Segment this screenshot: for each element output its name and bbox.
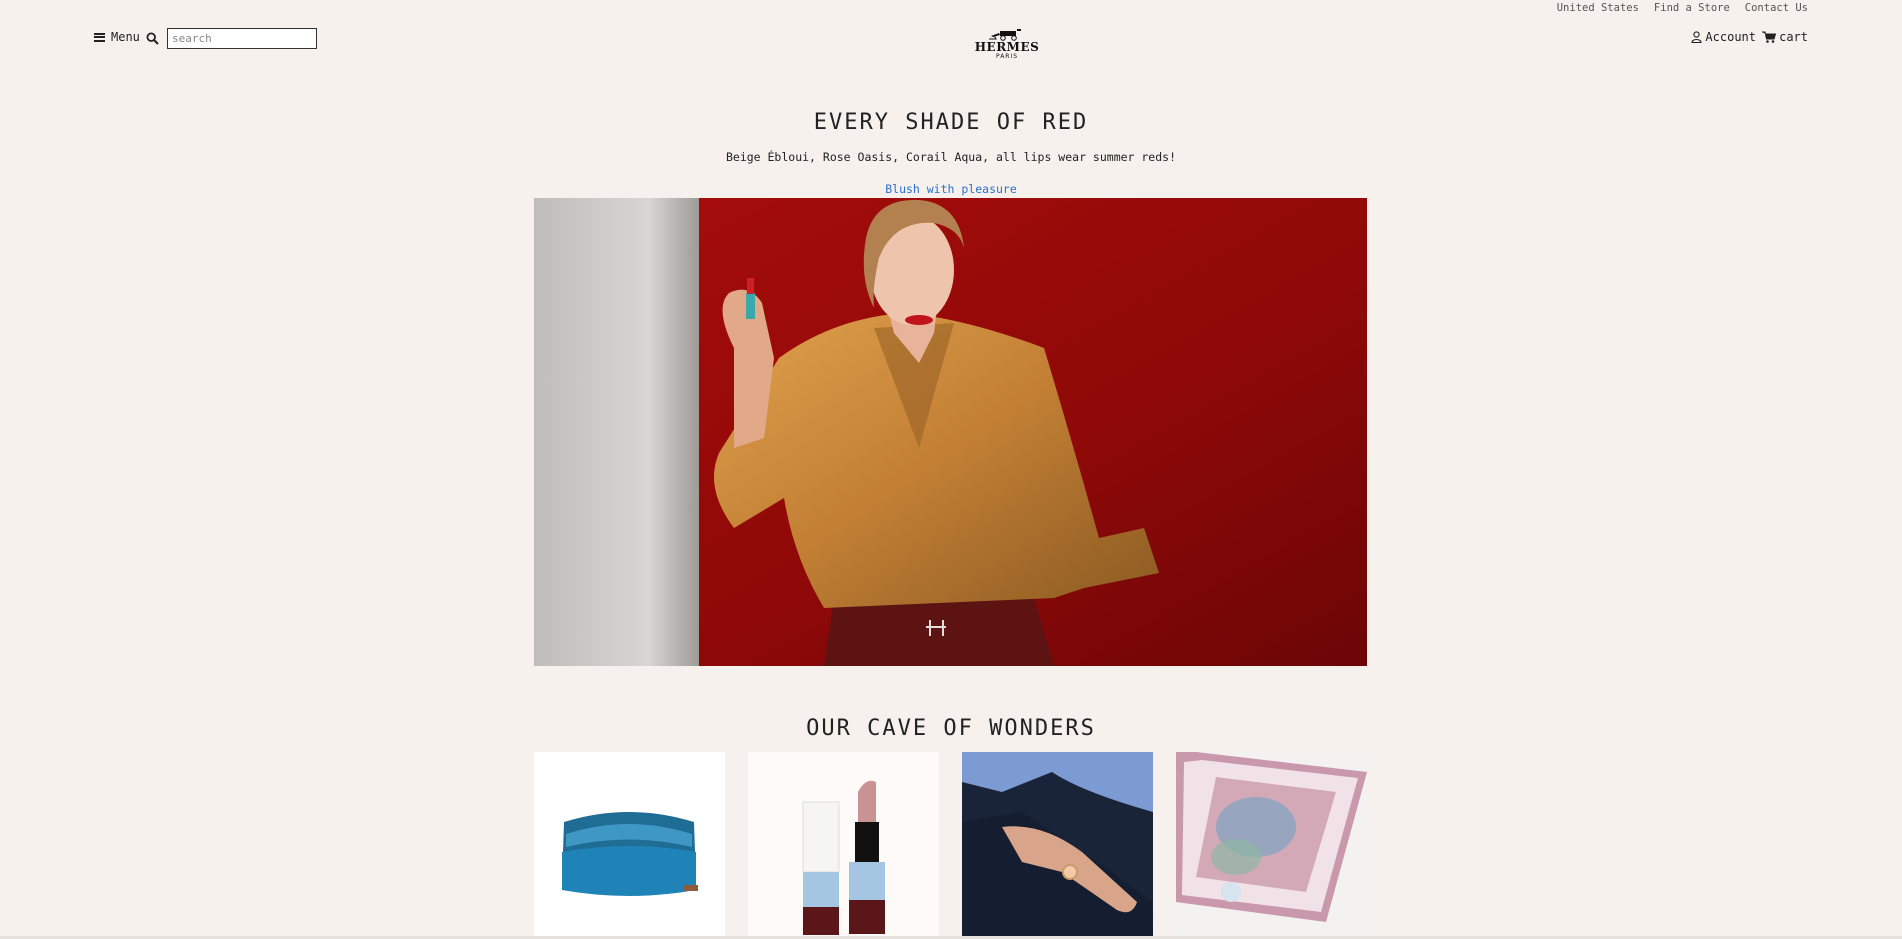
hero-image[interactable] — [534, 198, 1367, 666]
blue-pouch-image — [534, 752, 725, 936]
account-button[interactable]: Account — [1691, 30, 1756, 44]
hero-link-wrapper: Blush with pleasure — [0, 182, 1902, 196]
user-icon — [1691, 31, 1702, 43]
lipsticks-image — [748, 752, 939, 936]
menu-button[interactable]: Menu — [94, 30, 140, 44]
product-card-pouch[interactable] — [534, 752, 725, 936]
ring-hand-image — [962, 752, 1153, 936]
cart-label: cart — [1779, 30, 1808, 44]
country-link[interactable]: United States — [1557, 2, 1639, 14]
logo-wordmark: HERMES — [974, 40, 1040, 54]
contact-us-link[interactable]: Contact Us — [1745, 2, 1808, 14]
search-icon[interactable] — [146, 32, 159, 45]
utility-nav: United States Find a Store Contact Us — [1557, 2, 1808, 14]
account-label: Account — [1705, 30, 1756, 44]
cart-icon — [1762, 31, 1777, 43]
cart-button[interactable]: cart — [1762, 30, 1808, 44]
hero-title: EVERY SHADE OF RED — [813, 110, 1089, 135]
product-card-lipstick[interactable] — [748, 752, 939, 936]
search-input[interactable] — [167, 28, 317, 49]
logo-subtitle: PARIS — [995, 53, 1019, 60]
section-title: OUR CAVE OF WONDERS — [806, 716, 1096, 741]
hero-model-image — [534, 198, 1367, 666]
product-card-ring[interactable] — [962, 752, 1153, 936]
find-store-link[interactable]: Find a Store — [1654, 2, 1730, 14]
product-card-scarf[interactable] — [1176, 752, 1367, 936]
hermes-logo[interactable]: HERMES PARIS — [972, 28, 1042, 61]
hamburger-icon — [94, 32, 105, 42]
silk-scarf-image — [1176, 752, 1367, 936]
menu-label: Menu — [111, 30, 140, 44]
hero-subtitle: Beige Ébloui, Rose Oasis, Corail Aqua, a… — [725, 150, 1177, 164]
blush-link[interactable]: Blush with pleasure — [885, 182, 1017, 196]
